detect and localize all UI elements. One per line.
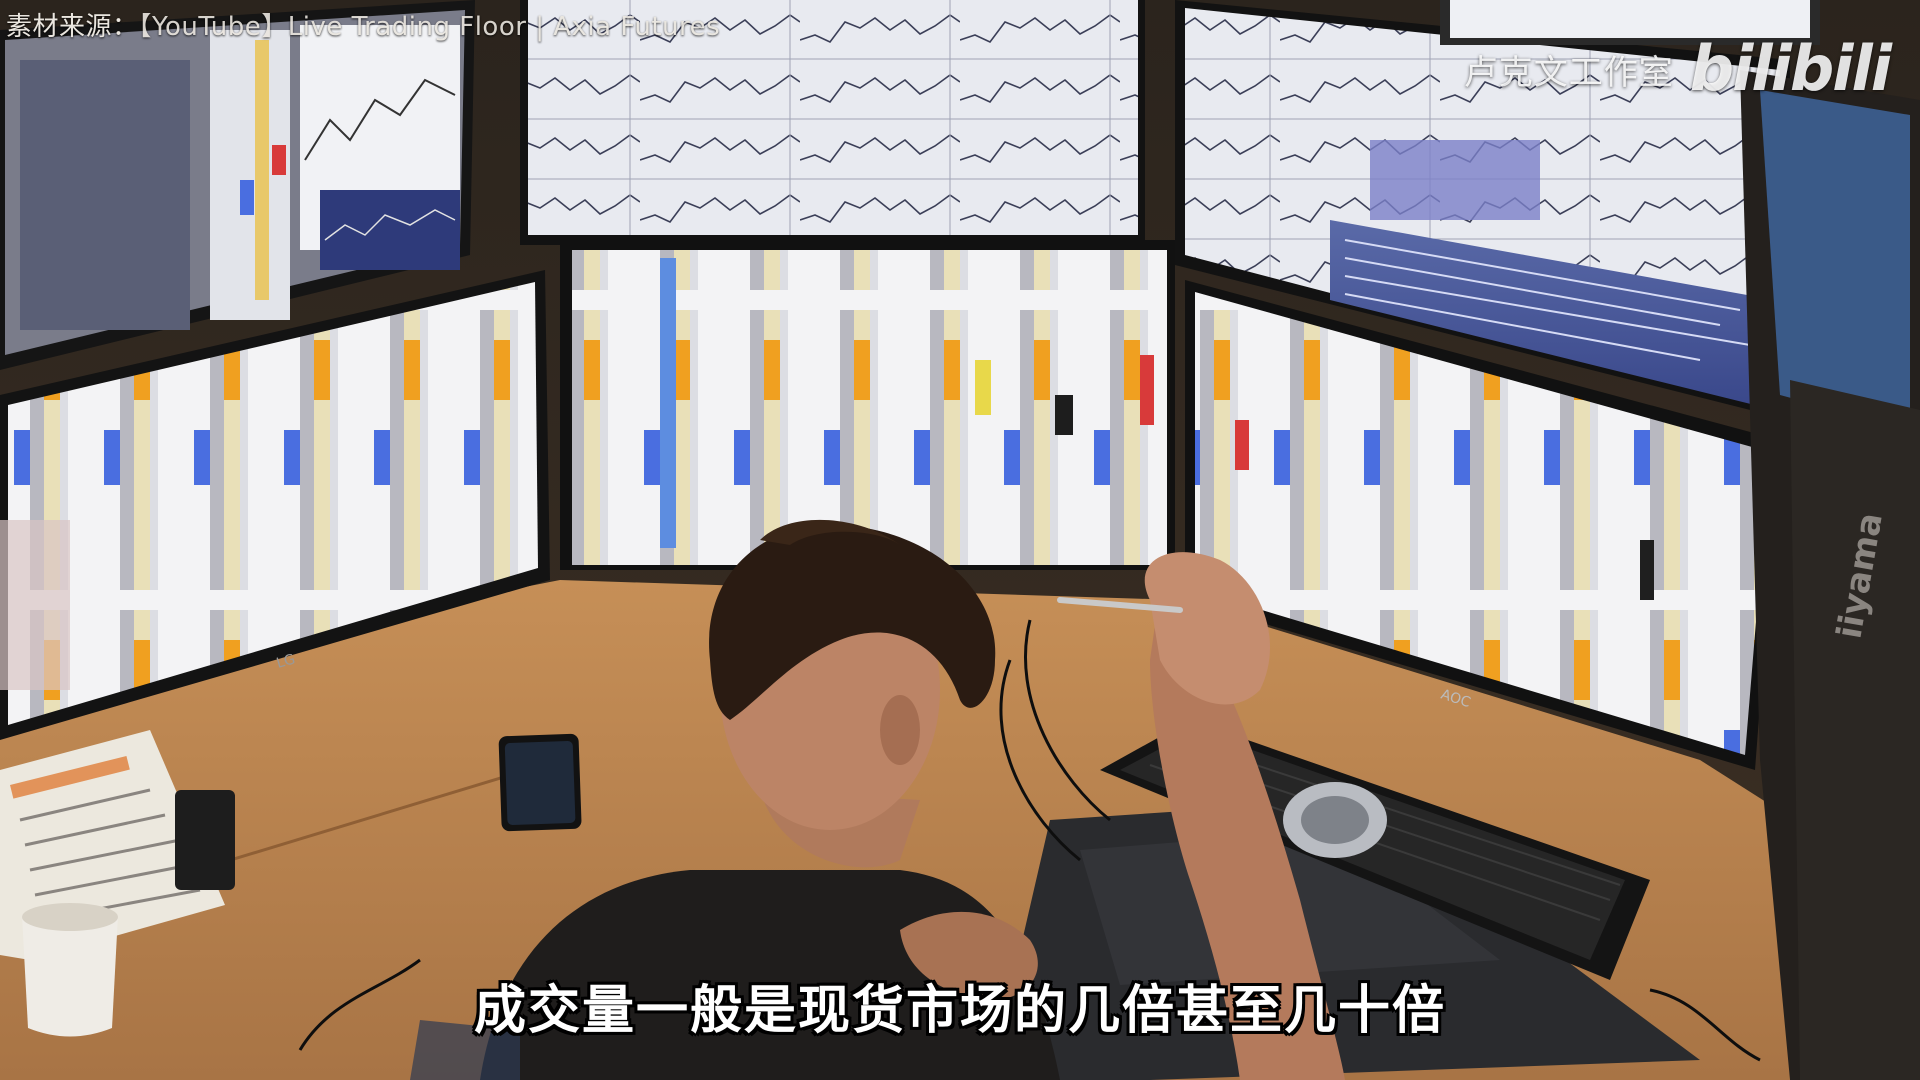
watermark-studio-name: 卢克文工作室: [1463, 52, 1674, 93]
watermark: 卢克文工作室 bilibili: [1463, 32, 1892, 105]
leather-item: [175, 790, 235, 890]
trading-desk-scene: LG AOC iiyama: [0, 0, 1920, 1080]
source-credit: 素材来源：【YouTube】Live Trading Floor | Axia …: [6, 6, 720, 43]
monitor-center: [560, 240, 1175, 570]
source-credit-label: 素材来源：: [6, 12, 139, 42]
video-subtitle: 成交量一般是现货市场的几倍甚至几十倍: [473, 981, 1446, 1041]
bilibili-logo: bilibili: [1689, 32, 1892, 105]
source-credit-text: 【YouTube】Live Trading Floor | Axia Futur…: [138, 12, 721, 42]
phone: [498, 733, 582, 832]
